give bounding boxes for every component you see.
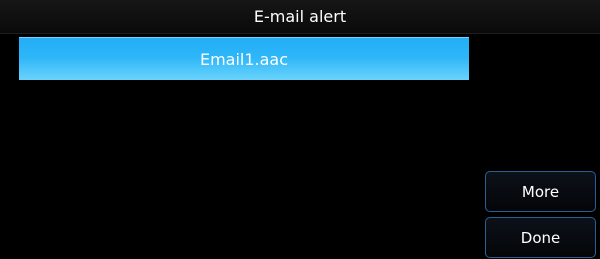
tone-list: Email1.aac bbox=[19, 37, 469, 253]
email-alert-dialog: E-mail alert Email1.aac More Done bbox=[0, 0, 600, 259]
dialog-title: E-mail alert bbox=[253, 7, 347, 26]
done-button[interactable]: Done bbox=[485, 217, 596, 258]
list-item-label: Email1.aac bbox=[199, 49, 289, 69]
title-bar: E-mail alert bbox=[0, 0, 600, 34]
list-item-email1[interactable]: Email1.aac bbox=[19, 37, 469, 80]
more-button[interactable]: More bbox=[485, 171, 596, 212]
